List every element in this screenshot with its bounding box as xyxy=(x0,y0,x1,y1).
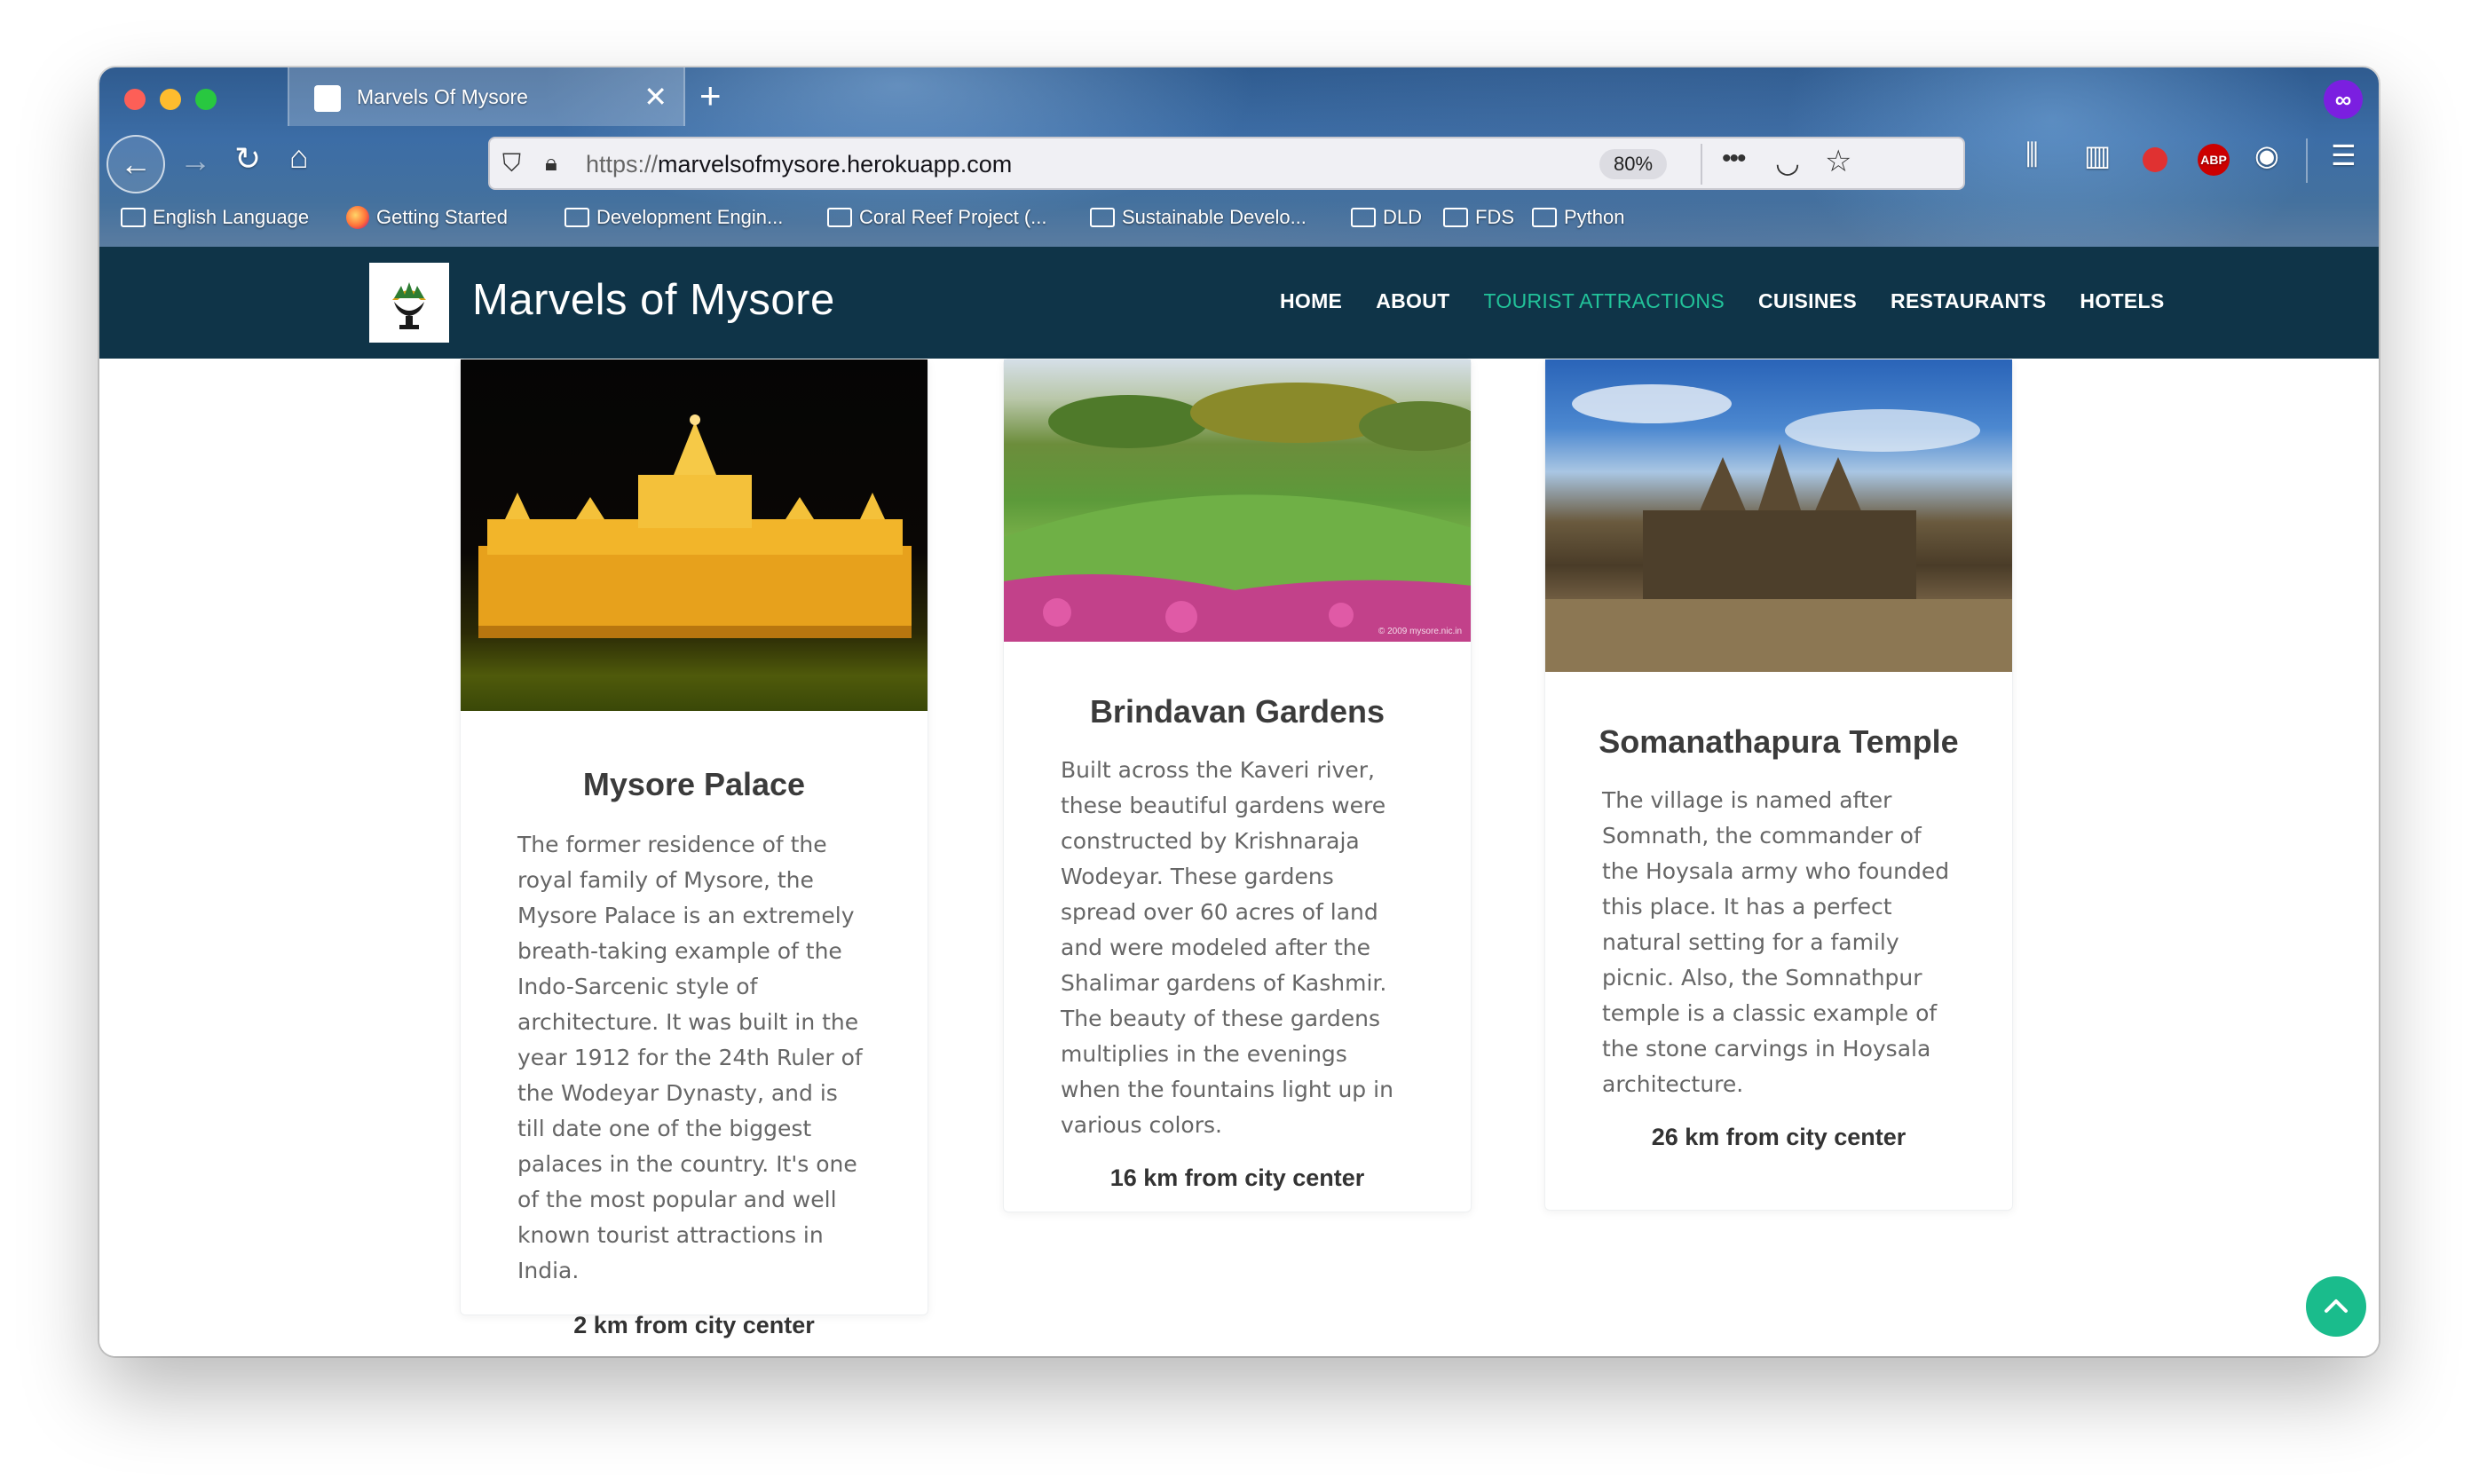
minimize-window-button[interactable] xyxy=(160,89,181,110)
palace-silhouette xyxy=(478,414,912,638)
card-title: Mysore Palace xyxy=(582,766,806,802)
forward-button[interactable]: → xyxy=(179,142,211,179)
account-icon[interactable]: ◉ xyxy=(2254,138,2279,172)
page-actions-more-icon[interactable]: ••• xyxy=(1722,144,1746,174)
sidebar-icon[interactable]: ▥ xyxy=(2084,138,2111,172)
back-button[interactable]: ← xyxy=(107,135,165,193)
bookmark-development-engin[interactable]: Development Engin... xyxy=(564,206,783,229)
bookmark-fds[interactable]: FDS xyxy=(1443,206,1514,229)
reload-button[interactable]: ↻ xyxy=(234,140,261,178)
mysore-palace-image xyxy=(461,359,928,711)
card-title: Somanathapura Temple xyxy=(1599,723,1959,760)
tab-marvels-of-mysore[interactable]: Marvels Of Mysore ✕ xyxy=(288,67,685,126)
url-divider xyxy=(1701,144,1702,185)
private-browsing-mask-icon[interactable]: ∞ xyxy=(2324,80,2363,119)
tracking-shield-icon[interactable]: ⛉ xyxy=(502,149,521,178)
site-header: Marvels of Mysore HOME ABOUT TOURIST ATT… xyxy=(99,247,2379,359)
bookmark-getting-started[interactable]: Getting Started xyxy=(346,206,508,229)
bookmark-label: FDS xyxy=(1475,206,1514,228)
bookmark-label: Python xyxy=(1564,206,1625,228)
garden-scene xyxy=(1004,383,1471,642)
attraction-card-brindavan-gardens: © 2009 mysore.nic.in Brindavan Gardens B… xyxy=(1003,359,1472,1212)
pocket-icon[interactable]: ◡ xyxy=(1775,146,1800,179)
folder-icon xyxy=(564,208,589,227)
close-tab-icon[interactable]: ✕ xyxy=(643,80,667,114)
hamburger-menu-icon[interactable]: ☰ xyxy=(2331,138,2357,172)
tab-title: Marvels Of Mysore xyxy=(357,85,528,108)
bookmark-english-language[interactable]: English Language xyxy=(121,206,309,229)
temple-scene xyxy=(1545,384,2012,672)
mysore-emblem-icon xyxy=(392,282,426,329)
bookmark-label: Getting Started xyxy=(376,206,508,228)
site-favicon-icon xyxy=(314,85,341,112)
site-nav: HOME ABOUT TOURIST ATTRACTIONS CUISINES … xyxy=(1280,289,2165,313)
nav-home[interactable]: HOME xyxy=(1280,289,1342,313)
bookmark-sustainable-develo[interactable]: Sustainable Develo... xyxy=(1090,206,1307,229)
lock-icon[interactable]: 🔒︎ xyxy=(545,149,557,178)
bookmark-star-icon[interactable]: ☆ xyxy=(1825,144,1851,179)
bookmark-label: Sustainable Develo... xyxy=(1122,206,1307,228)
bookmark-python[interactable]: Python xyxy=(1532,206,1625,229)
bookmark-label: DLD xyxy=(1383,206,1423,228)
folder-icon xyxy=(827,208,852,227)
somanathapura-temple-image xyxy=(1545,359,2012,672)
folder-icon xyxy=(1351,208,1376,227)
attraction-card-somanathapura-temple: Somanathapura Temple The village is name… xyxy=(1544,359,2013,1211)
attractions-section: Mysore Palace The former residence of th… xyxy=(99,359,2379,1356)
card-distance: 16 km from city center xyxy=(1109,1164,1365,1191)
library-icon[interactable]: ⫼ xyxy=(2025,138,2039,172)
card-distance: 2 km from city center xyxy=(573,1312,815,1338)
url-host: marvelsofmysore.herokuapp.com xyxy=(658,151,1013,178)
browser-chrome: Marvels Of Mysore ✕ + ∞ ← → ↻ ⌂ ⛉ 🔒︎ htt… xyxy=(99,67,2379,247)
close-window-button[interactable] xyxy=(124,89,146,110)
nav-tourist-attractions[interactable]: TOURIST ATTRACTIONS xyxy=(1483,289,1725,313)
chevron-up-icon xyxy=(2325,1299,2348,1313)
firefox-icon xyxy=(346,206,369,229)
site-logo[interactable] xyxy=(369,263,449,343)
image-watermark: © 2009 mysore.nic.in xyxy=(1378,627,1462,636)
toolbar-divider xyxy=(2306,138,2308,183)
folder-icon xyxy=(1532,208,1557,227)
card-description: The former residence of the royal family… xyxy=(517,832,863,1283)
bookmark-dld[interactable]: DLD xyxy=(1351,206,1422,229)
folder-icon xyxy=(1443,208,1468,227)
bookmark-label: Coral Reef Project (... xyxy=(859,206,1047,228)
home-button[interactable]: ⌂ xyxy=(289,138,309,176)
bookmark-label: Development Engin... xyxy=(596,206,784,228)
scroll-to-top-button[interactable] xyxy=(2306,1276,2366,1337)
bookmark-coral-reef-project[interactable]: Coral Reef Project (... xyxy=(827,206,1047,229)
attraction-card-mysore-palace: Mysore Palace The former residence of th… xyxy=(460,359,928,1338)
nav-cuisines[interactable]: CUISINES xyxy=(1758,289,1857,313)
brindavan-gardens-image: © 2009 mysore.nic.in xyxy=(1004,359,1471,642)
url-bar[interactable]: ⛉ 🔒︎ https://marvelsofmysore.herokuapp.c… xyxy=(488,137,1965,190)
url-protocol: https:// xyxy=(586,151,659,178)
card-description: Built across the Kaveri river, these bea… xyxy=(1061,757,1393,1138)
bookmark-label: English Language xyxy=(153,206,310,228)
extension-red-icon[interactable] xyxy=(2143,147,2167,172)
browser-window: Marvels Of Mysore ✕ + ∞ ← → ↻ ⌂ ⛉ 🔒︎ htt… xyxy=(99,67,2379,1356)
card-title: Brindavan Gardens xyxy=(1089,693,1385,730)
zoom-level-button[interactable]: 80% xyxy=(1599,149,1668,179)
nav-about[interactable]: ABOUT xyxy=(1376,289,1449,313)
adblock-plus-icon[interactable]: ABP xyxy=(2198,144,2230,176)
card-description: The village is named after Somnath, the … xyxy=(1602,787,1950,1097)
site-title[interactable]: Marvels of Mysore xyxy=(472,275,835,325)
folder-icon xyxy=(1090,208,1115,227)
maximize-window-button[interactable] xyxy=(195,89,217,110)
card-distance: 26 km from city center xyxy=(1651,1124,1907,1150)
folder-icon xyxy=(121,208,146,227)
nav-restaurants[interactable]: RESTAURANTS xyxy=(1891,289,2046,313)
nav-hotels[interactable]: HOTELS xyxy=(2080,289,2164,313)
url-text[interactable]: https://marvelsofmysore.herokuapp.com xyxy=(586,151,1012,178)
new-tab-button[interactable]: + xyxy=(699,75,722,117)
